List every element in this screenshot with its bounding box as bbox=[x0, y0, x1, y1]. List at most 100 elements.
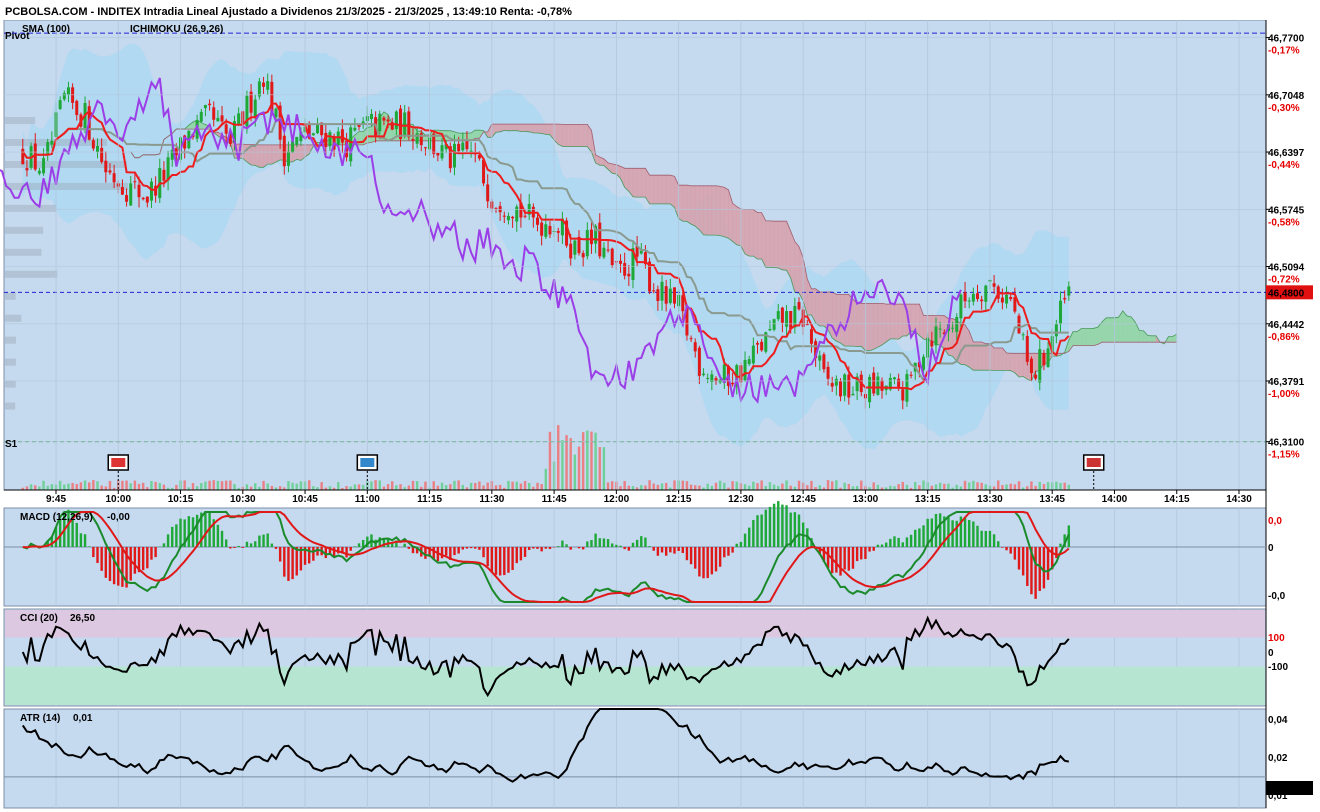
volume-bar bbox=[619, 486, 622, 490]
candle-body bbox=[199, 111, 203, 122]
candle-body bbox=[880, 380, 884, 391]
candle-body bbox=[963, 292, 967, 302]
macd-histogram-bar bbox=[727, 547, 730, 556]
volume-bar bbox=[905, 484, 909, 490]
volume-bar bbox=[386, 484, 390, 490]
volume-bar bbox=[561, 440, 564, 490]
volume-bar bbox=[378, 480, 381, 490]
candle-body bbox=[58, 100, 62, 109]
candle-body bbox=[934, 326, 938, 346]
candle-body bbox=[548, 225, 552, 235]
macd-histogram-bar bbox=[1038, 547, 1041, 591]
candle-body bbox=[693, 342, 697, 352]
candle-body bbox=[556, 230, 560, 233]
kumo-segment bbox=[723, 186, 729, 239]
kumo-segment bbox=[557, 123, 563, 147]
candle-body bbox=[37, 170, 41, 174]
volume-bar bbox=[63, 484, 66, 490]
macd-histogram-bar bbox=[461, 547, 464, 550]
candle-body bbox=[581, 253, 585, 258]
volume-bar bbox=[772, 484, 776, 490]
kumo-segment bbox=[661, 174, 667, 205]
candle-body bbox=[839, 381, 843, 397]
macd-histogram-bar bbox=[955, 520, 958, 547]
volume-bar bbox=[523, 481, 527, 490]
candle-body bbox=[755, 343, 759, 345]
volume-bar bbox=[752, 481, 755, 490]
kumo-segment bbox=[1114, 316, 1119, 343]
kumo-segment bbox=[769, 220, 775, 268]
macd-histogram-bar bbox=[635, 539, 639, 547]
macd-histogram-bar bbox=[914, 529, 917, 547]
volume-bar bbox=[1009, 483, 1012, 490]
candle-body bbox=[901, 389, 905, 401]
volume-bar bbox=[46, 485, 49, 490]
candle-body bbox=[772, 319, 776, 330]
volume-bar bbox=[411, 480, 415, 490]
macd-histogram-bar bbox=[312, 547, 315, 561]
candle-body bbox=[768, 328, 772, 331]
time-tick-label: 11:45 bbox=[542, 494, 567, 505]
candle-body bbox=[922, 356, 926, 370]
volume-bar bbox=[308, 480, 311, 490]
price-tick-label: 46,7048 bbox=[1268, 91, 1305, 102]
macd-histogram-bar bbox=[884, 542, 888, 547]
volume-bar bbox=[528, 482, 531, 490]
current-price-label: 46,4800 bbox=[1268, 288, 1305, 299]
macd-histogram-bar bbox=[648, 546, 651, 547]
volume-bar bbox=[959, 486, 963, 490]
volume-bar bbox=[536, 482, 539, 490]
volume-bar bbox=[1026, 486, 1029, 490]
macd-histogram-bar bbox=[511, 547, 514, 570]
macd-histogram-bar bbox=[826, 547, 830, 569]
macd-histogram-bar bbox=[669, 547, 672, 553]
candle-body bbox=[42, 158, 46, 174]
macd-histogram-bar bbox=[104, 547, 108, 578]
candle-body bbox=[112, 173, 116, 183]
macd-histogram-bar bbox=[133, 547, 137, 574]
volume-bar bbox=[557, 425, 560, 490]
macd-histogram-bar bbox=[656, 547, 660, 556]
volume-bar bbox=[723, 482, 726, 490]
candle-body bbox=[1063, 297, 1067, 300]
volume-bar bbox=[656, 484, 660, 490]
macd-histogram-bar bbox=[494, 547, 498, 575]
kumo-segment bbox=[1072, 331, 1078, 346]
macd-histogram-bar bbox=[723, 547, 726, 558]
macd-histogram-bar bbox=[694, 547, 697, 569]
candle-body bbox=[220, 115, 224, 122]
volume-bar bbox=[660, 483, 664, 490]
candle-body bbox=[830, 383, 834, 387]
volume-bar bbox=[577, 446, 581, 490]
kumo-segment bbox=[923, 315, 928, 341]
kumo-segment bbox=[699, 185, 704, 236]
volume-bar bbox=[631, 486, 635, 490]
kumo-segment bbox=[250, 144, 256, 166]
volume-bar bbox=[963, 480, 967, 490]
kumo-segment bbox=[719, 185, 725, 238]
kumo-segment bbox=[748, 209, 754, 257]
candle-body bbox=[797, 302, 801, 310]
macd-histogram-bar bbox=[83, 534, 87, 547]
candle-body bbox=[237, 113, 241, 124]
candle-body bbox=[706, 377, 710, 379]
kumo-segment bbox=[503, 123, 509, 132]
time-tick-label: 14:00 bbox=[1102, 494, 1128, 505]
volume-bar bbox=[204, 481, 207, 490]
candle-body bbox=[257, 81, 261, 97]
kumo-segment bbox=[885, 303, 891, 343]
macd-histogram-bar bbox=[698, 547, 701, 577]
volume-bar bbox=[826, 480, 830, 490]
macd-histogram-bar bbox=[747, 527, 751, 547]
macd-histogram-bar bbox=[1026, 547, 1029, 587]
macd-histogram-bar bbox=[295, 547, 298, 576]
volume-bar bbox=[229, 480, 232, 490]
volume-bar bbox=[270, 485, 274, 490]
time-tick-label: 13:00 bbox=[853, 494, 879, 505]
candle-body bbox=[751, 345, 755, 364]
volume-bar bbox=[424, 481, 427, 490]
volume-bar bbox=[644, 485, 647, 490]
macd-histogram-bar bbox=[216, 524, 220, 547]
macd-histogram-bar bbox=[980, 530, 983, 547]
macd-histogram-bar bbox=[411, 547, 415, 554]
